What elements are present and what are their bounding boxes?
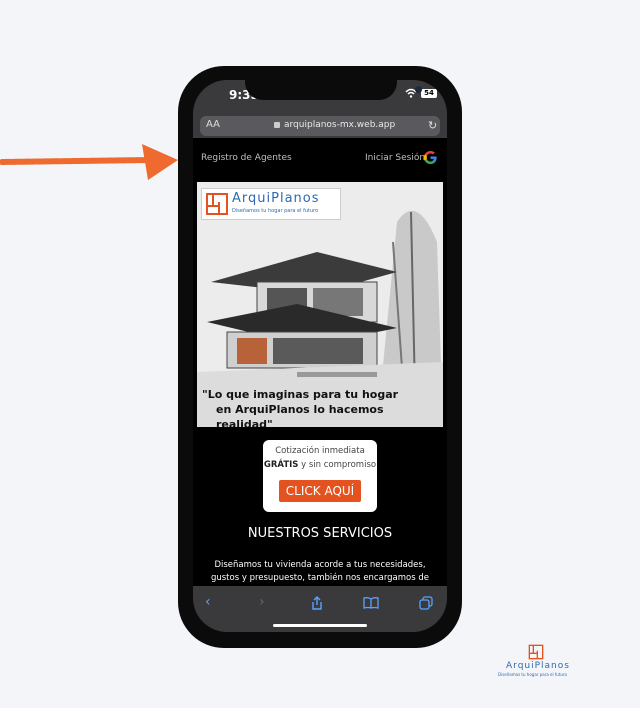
brand-name: ArquiPlanos: [506, 661, 570, 671]
annotation-arrow: [0, 144, 178, 180]
cta-line-2-rest: y sin compromiso: [301, 460, 377, 470]
logo-mark-icon: [206, 193, 228, 215]
brand-mark-icon: [528, 644, 544, 660]
share-icon[interactable]: [311, 596, 323, 610]
logo-tagline: Diseñamos tu hogar para el futuro: [232, 208, 319, 214]
back-icon[interactable]: ‹: [205, 594, 211, 610]
google-icon[interactable]: [423, 150, 438, 165]
text-size-button[interactable]: AA: [206, 119, 220, 130]
notch: [245, 80, 422, 100]
quote-line-2: en ArquiPlanos lo hacemos realidad": [216, 403, 384, 427]
cta-line-2: GRÁTIS y sin compromiso: [263, 460, 377, 470]
logo-name: ArquiPlanos: [232, 191, 320, 206]
site-top-nav: Registro de Agentes Iniciar Sesión: [193, 138, 447, 182]
url-text[interactable]: arquiplanos-mx.web.app: [274, 120, 395, 130]
browser-toolbar: ‹ ›: [193, 586, 447, 632]
address-field[interactable]: AA arquiplanos-mx.web.app ↻: [200, 116, 440, 136]
url-label: arquiplanos-mx.web.app: [284, 120, 396, 130]
bookmarks-icon[interactable]: [363, 597, 379, 609]
cta-line-1: Cotización inmediata: [275, 446, 365, 456]
register-agents-link[interactable]: Registro de Agentes: [201, 153, 292, 163]
hero-logo: ArquiPlanos Diseñamos tu hogar para el f…: [201, 188, 341, 220]
quote-cta-card: Cotización inmediata GRÁTIS y sin compro…: [263, 440, 377, 512]
phone-screen: 9:35 54 AA arquiplanos-mx.web.app ↻ Regi…: [193, 80, 447, 632]
footer-brand-logo: ArquiPlanos Diseñamos tu hogar para el f…: [498, 644, 578, 684]
battery-icon: 54: [421, 89, 437, 98]
click-here-button[interactable]: CLICK AQUÍ: [279, 480, 361, 502]
hero-quote: "Lo que imaginas para tu hogar en ArquiP…: [202, 387, 443, 427]
lock-icon: [274, 121, 280, 128]
services-title: NUESTROS SERVICIOS: [247, 526, 393, 541]
login-link[interactable]: Iniciar Sesión: [365, 153, 425, 163]
phone-frame: 9:35 54 AA arquiplanos-mx.web.app ↻ Regi…: [178, 66, 462, 648]
browser-url-bar: AA arquiplanos-mx.web.app ↻: [193, 116, 447, 138]
brand-tagline: Diseñamos tu hogar para el futuro: [498, 672, 567, 677]
forward-icon[interactable]: ›: [259, 594, 265, 610]
tabs-icon[interactable]: [419, 596, 433, 610]
hero-banner[interactable]: ArquiPlanos Diseñamos tu hogar para el f…: [197, 182, 443, 427]
home-indicator: [273, 624, 367, 627]
cta-free-label: GRÁTIS: [263, 460, 299, 470]
camera-icon: [415, 86, 422, 93]
quote-line-1: "Lo que imaginas para tu hogar: [202, 388, 399, 401]
reload-icon[interactable]: ↻: [428, 119, 437, 132]
